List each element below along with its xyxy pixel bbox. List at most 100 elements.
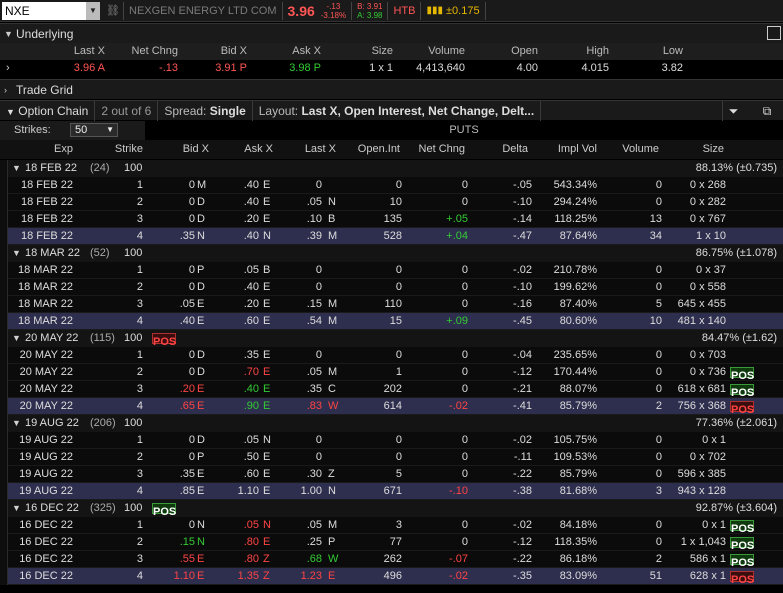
underlying-col-header[interactable]: Open [511, 43, 538, 60]
table-row[interactable]: 19 AUG 22 4.85 E 1.10 E 1.00 N 671 -.10 -.38 81.68… [8, 483, 783, 500]
column-header[interactable]: Bid X [183, 140, 209, 159]
table-row[interactable]: 20 MAY 22 3.20 E .40 E .35 C 202 0 -.21 88.07% 0 618… [8, 381, 783, 399]
underlying-col-header[interactable]: Volume [428, 43, 465, 60]
table-row[interactable]: 16 DEC 22 2 .15 N .80 E .25 P 77 0 -.12 118.35% 0 1 x… [8, 534, 783, 552]
strikes-select[interactable]: 50 ▼ [70, 123, 118, 137]
table-row[interactable]: 20 MAY 22 4.65 E .90 E .83 W 614 -.02 -.41 85.79% 2… [8, 398, 783, 416]
column-header[interactable]: Open.Int [358, 140, 400, 159]
row-strike: 4 [136, 230, 143, 242]
detach-icon[interactable]: ⧉ [756, 101, 778, 121]
bid-exchange: E [197, 298, 205, 310]
position-badge[interactable]: POS [730, 537, 754, 552]
last-value: .05 [306, 519, 322, 531]
collapse-icon[interactable]: ⏷ [722, 101, 744, 121]
table-row[interactable]: 20 MAY 22 2 0 D .70 E .05 M 1 0 -.12 170.44% 0 0 x 73… [8, 364, 783, 382]
column-header[interactable]: Volume [622, 140, 659, 159]
detach-icon[interactable] [767, 26, 781, 40]
divider [351, 1, 353, 20]
table-row[interactable]: 19 AUG 22 2 0 P .50 E 0 0 0 -.11 109.53% 0 0 x 702 [8, 449, 783, 466]
underlying-value: 3.82 [661, 62, 683, 74]
delta: -.22 [513, 468, 532, 480]
table-row[interactable]: 18 FEB 22 2 0 D .40 E .05 N 10 0 -.10 294.24% 0 0 x 2… [8, 194, 783, 211]
delta: -.11 [513, 451, 532, 463]
underlying-col-header[interactable]: Low [663, 43, 683, 60]
trade-grid-section-header[interactable]: › Trade Grid [0, 79, 783, 99]
expiration-row[interactable]: ▼ 20 MAY 22 (115) 100 POS 84.47% (±1.62) [8, 330, 783, 348]
underlying-col-header[interactable]: Ask X [292, 43, 321, 60]
column-header[interactable]: Impl Vol [558, 140, 597, 159]
bid-exchange: E [197, 570, 205, 582]
position-badge[interactable]: POS [730, 384, 754, 399]
table-row[interactable]: 16 DEC 22 3 .55 E .80 Z .68 W 262 -.07 -.22 86.18% 2… [8, 551, 783, 569]
open-interest: 77 [389, 536, 402, 548]
column-header[interactable]: Strike [115, 140, 143, 159]
underlying-col-header[interactable]: Net Chng [132, 43, 178, 60]
open-interest: 110 [384, 298, 402, 310]
underlying-col-header[interactable]: High [586, 43, 609, 60]
table-row[interactable]: 18 MAR 22 4.40 E .60 E .54 M 15 +.09 -.45 80.60% 10… [8, 313, 783, 330]
table-row[interactable]: 18 FEB 22 3 0 D .20 E .10 B 135 +.05 -.14 118.25% 13… [8, 211, 783, 228]
implied-volatility: 85.79% [559, 468, 597, 480]
position-badge[interactable]: POS [152, 503, 176, 518]
column-header[interactable]: Ask X [244, 140, 273, 159]
spread-selector[interactable]: Spread: Single [158, 100, 253, 121]
table-row[interactable]: 18 MAR 22 2 0 D .40 E 0 0 0 -.10 199.62% 0 0 x 558 [8, 279, 783, 296]
last-exchange: B [328, 213, 336, 225]
table-row[interactable]: 18 FEB 22 4.35 N .40 N .39 M 528 +.04 -.47 87.64% 3… [8, 228, 783, 245]
column-header[interactable]: Exp [54, 140, 73, 159]
table-row[interactable]: 19 AUG 22 3.35 E .60 E .30 Z 5 0 -.22 85.79% 0 596 x… [8, 466, 783, 483]
layout-selector[interactable]: Layout: Last X, Open Interest, Net Chang… [253, 100, 542, 121]
ask-exchange: E [263, 468, 271, 480]
chevron-down-icon[interactable]: ▼ [12, 245, 21, 262]
link-icon[interactable]: ⛓ [106, 4, 120, 17]
column-header[interactable]: Delta [502, 140, 528, 159]
row-strike: 3 [136, 383, 143, 395]
delta: -.22 [513, 553, 532, 565]
underlying-section-header[interactable]: ▼ Underlying [0, 23, 783, 43]
expiration-row[interactable]: ▼ 19 AUG 22 (206) 100 77.36% (±2.061) [8, 415, 783, 432]
underlying-col-header[interactable]: Size [372, 43, 393, 60]
position-badge[interactable]: POS [730, 571, 754, 586]
size: 0 x 703 [689, 349, 726, 361]
table-row[interactable]: 18 FEB 22 1 0 M .40 E 0 0 0 -.05 543.34% 0 0 x 268 [8, 177, 783, 194]
expiration-row[interactable]: ▼ 16 DEC 22 (325) 100 POS 92.87% (±3.604) [8, 500, 783, 518]
delta: -.04 [513, 349, 532, 361]
chevron-right-icon[interactable]: › [6, 60, 10, 77]
table-row[interactable]: 16 DEC 22 1 0 N .05 N .05 M 3 0 -.02 84.18% 0 0 x 1 PO… [8, 517, 783, 535]
top-quote-bar: NXE ▼ ⛓ NEXGEN ENERGY LTD COM 3.96 -.13 -3… [0, 0, 783, 22]
table-row[interactable]: 20 MAY 22 1 0 D .35 E 0 0 0 -.04 235.65% 0 0 x 703 [8, 347, 783, 364]
position-badge[interactable]: POS [152, 333, 176, 348]
table-row[interactable]: 18 MAR 22 3.05 E .20 E .15 M 110 0 -.16 87.40% 5 645… [8, 296, 783, 313]
volume: 3 [655, 485, 662, 497]
chevron-down-icon[interactable]: ▼ [12, 330, 21, 347]
expiration-row[interactable]: ▼ 18 MAR 22 (52) 100 86.75% (±1.078) [8, 245, 783, 262]
table-row[interactable]: 18 MAR 22 1 0 P .05 B 0 0 0 -.02 210.78% 0 0 x 37 [8, 262, 783, 279]
row-expiration: 18 MAR 22 [17, 298, 73, 310]
expiration-row[interactable]: ▼ 18 FEB 22 (24) 100 88.13% (±0.735) [8, 160, 783, 177]
row-strike: 4 [136, 570, 143, 582]
chevron-down-icon[interactable]: ▼ [12, 500, 21, 517]
ask-exchange: E [263, 400, 271, 412]
position-badge[interactable]: POS [730, 554, 754, 569]
symbol-input[interactable]: NXE ▼ [2, 1, 100, 20]
column-header[interactable]: Size [703, 140, 724, 159]
implied-volatility: 170.44% [553, 366, 597, 378]
underlying-col-header[interactable]: Bid X [221, 43, 247, 60]
option-chain-toggle[interactable]: ▼ Option Chain [0, 100, 96, 121]
column-header[interactable]: Net Chng [419, 140, 465, 159]
table-row[interactable]: 16 DEC 22 4 1.10 E 1.35 Z 1.23 E 496 -.02 -.35 83.0… [8, 568, 783, 586]
position-badge[interactable]: POS [730, 520, 754, 535]
chevron-down-icon[interactable]: ▼ [12, 415, 21, 432]
bid-value: 0 [188, 264, 195, 276]
chevron-right-icon: › [4, 84, 7, 95]
chevron-down-icon[interactable]: ▼ [86, 1, 100, 20]
bid-exchange: D [197, 213, 205, 225]
table-row[interactable]: 19 AUG 22 1 0 D .05 N 0 0 0 -.02 105.75% 0 0 x 1 [8, 432, 783, 449]
underlying-col-header[interactable]: Last X [74, 43, 105, 60]
column-header[interactable]: Last X [305, 140, 336, 159]
expiration-date: 19 AUG 22 [25, 417, 79, 429]
position-badge[interactable]: POS [730, 367, 754, 382]
delta: -.12 [513, 536, 532, 548]
chevron-down-icon[interactable]: ▼ [12, 160, 21, 177]
position-badge[interactable]: POS [730, 401, 754, 416]
